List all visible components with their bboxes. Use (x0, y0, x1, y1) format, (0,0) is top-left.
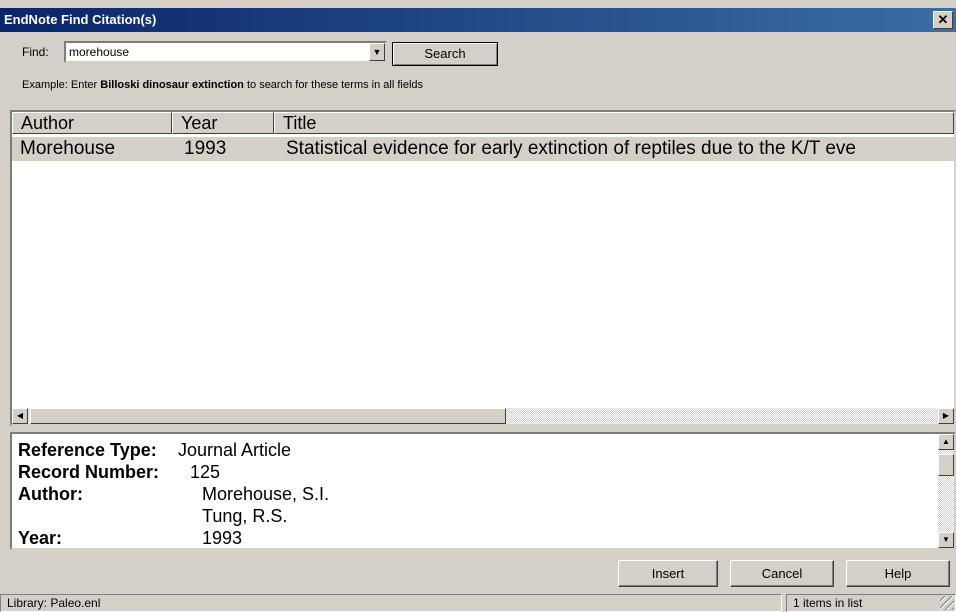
status-count: 1 items in list (786, 594, 956, 612)
resize-grip-icon[interactable] (940, 596, 954, 610)
title-bar: EndNote Find Citation(s) (0, 8, 956, 32)
chevron-down-icon[interactable]: ▼ (369, 43, 385, 61)
result-author: Morehouse (20, 138, 116, 159)
horizontal-scroll-thumb[interactable] (30, 408, 506, 424)
insert-button[interactable]: Insert (618, 560, 718, 587)
cancel-button[interactable]: Cancel (730, 560, 834, 587)
vertical-scrollbar[interactable]: ▲ ▼ (938, 434, 954, 548)
close-button[interactable]: ✕ (933, 11, 953, 29)
vertical-scroll-thumb[interactable] (938, 454, 954, 476)
arrow-up-icon[interactable]: ▲ (938, 434, 954, 450)
example-suffix: to search for these terms in all fields (243, 79, 424, 91)
column-header-year[interactable]: Year (172, 112, 274, 134)
preview-value-reference-type: Journal Article (178, 440, 292, 460)
result-year: 1993 (184, 138, 227, 159)
status-library: Library: Paleo.enl (0, 594, 782, 612)
preview-value-record-number: 125 (190, 462, 221, 482)
find-input[interactable] (66, 43, 352, 61)
help-button[interactable]: Help (846, 560, 950, 587)
status-count-text: 1 items in list (793, 596, 863, 610)
horizontal-scrollbar[interactable]: ◀ ▶ (12, 408, 954, 424)
preview-label-year: Year: (18, 528, 63, 548)
arrow-left-icon[interactable]: ◀ (12, 408, 28, 424)
result-row[interactable]: Morehouse 1993 Statistical evidence for … (12, 137, 954, 161)
example-hint: Example: Enter Billoski dinosaur extinct… (22, 79, 423, 91)
preview-label-reference-type: Reference Type: (18, 440, 157, 460)
preview-value-author: Morehouse, S.I. (202, 484, 330, 504)
arrow-down-icon[interactable]: ▼ (938, 532, 954, 548)
example-prefix: Example: Enter (22, 79, 101, 91)
find-label: Find: (22, 45, 49, 59)
close-icon: ✕ (937, 12, 949, 27)
preview-label-author: Author: (18, 484, 83, 504)
window-title: EndNote Find Citation(s) (4, 12, 157, 27)
preview-label-record-number: Record Number: (18, 462, 160, 482)
results-list[interactable]: Author Year Title Morehouse 1993 Statist… (10, 110, 956, 426)
column-header-title[interactable]: Title (274, 112, 954, 134)
find-citations-dialog: EndNote Find Citation(s) ✕ Find: ▼ Searc… (0, 0, 956, 612)
search-button[interactable]: Search (392, 42, 498, 66)
preview-value-year: 1993 (202, 528, 243, 548)
reference-preview: Reference Type: Journal Article Record N… (10, 432, 956, 550)
preview-value-author-2: Tung, R.S. (202, 506, 288, 526)
column-header-author[interactable]: Author (12, 112, 172, 134)
arrow-right-icon[interactable]: ▶ (938, 408, 954, 424)
find-combobox[interactable]: ▼ (64, 41, 387, 63)
result-title: Statistical evidence for early extinctio… (286, 138, 856, 159)
status-bar: Library: Paleo.enl 1 items in list (0, 592, 956, 612)
example-terms: Billoski dinosaur extinction (100, 79, 244, 91)
